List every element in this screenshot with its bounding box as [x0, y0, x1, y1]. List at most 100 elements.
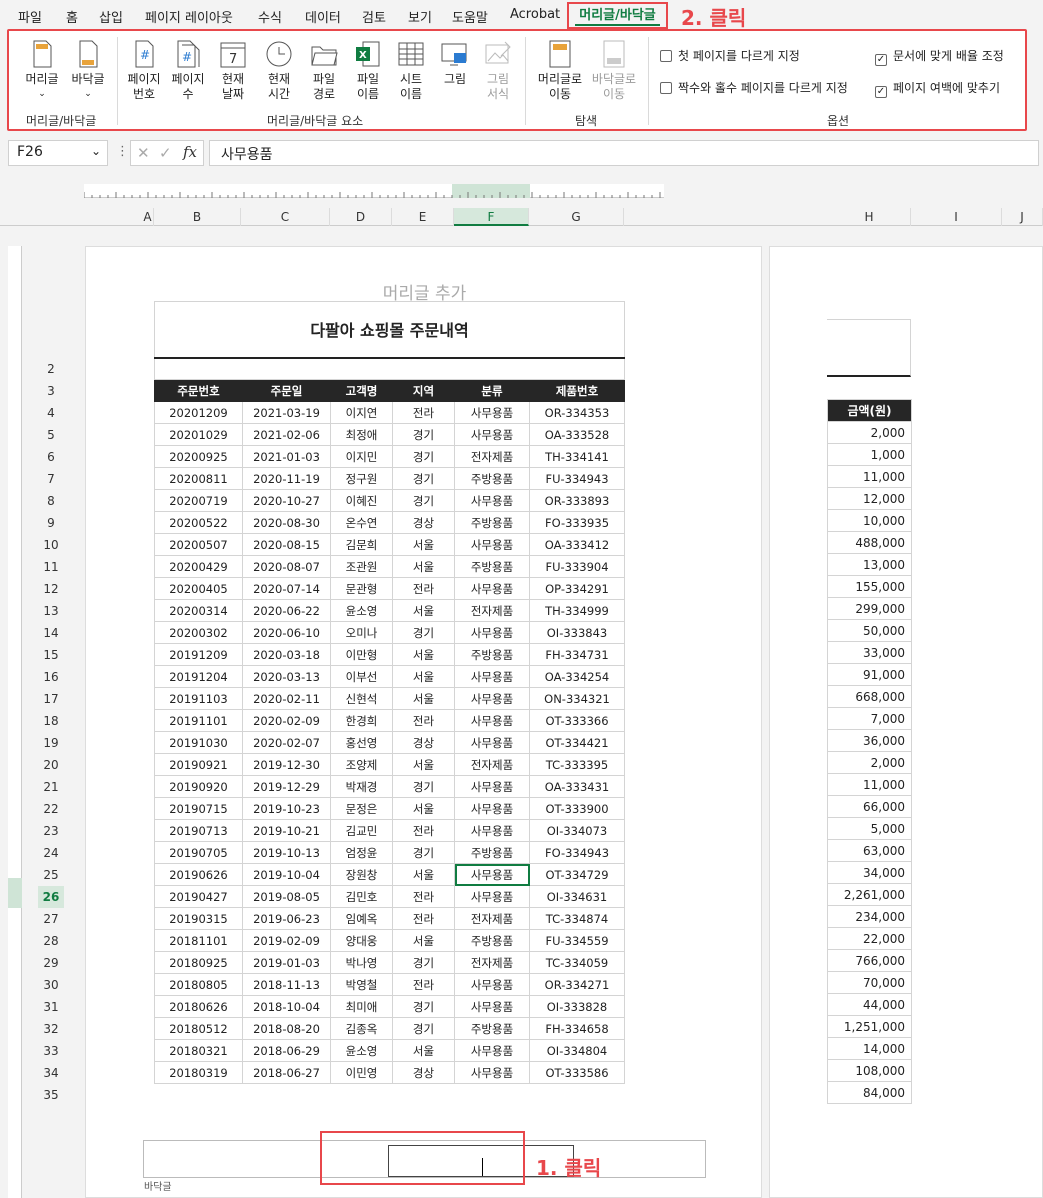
table-cell[interactable]: 사무용품	[454, 1061, 530, 1084]
table-cell[interactable]: 20180319	[154, 1061, 243, 1084]
column-header[interactable]: I	[911, 208, 1002, 226]
table-cell[interactable]: 사무용품	[454, 731, 530, 754]
table-cell[interactable]: 최정애	[330, 423, 393, 446]
table-cell[interactable]: 2019-02-09	[242, 929, 331, 952]
row-header[interactable]: 3	[38, 380, 64, 402]
table-cell[interactable]: 2018-06-27	[242, 1061, 331, 1084]
table-cell[interactable]: FU-333904	[529, 555, 625, 578]
table-cell[interactable]: 경상	[392, 511, 455, 534]
table-cell[interactable]: 오미나	[330, 621, 393, 644]
name-box[interactable]: F26 ⌄	[8, 140, 108, 166]
table-cell[interactable]: OA-333528	[529, 423, 625, 446]
row-header[interactable]: 32	[38, 1018, 64, 1040]
option-align-page-margins[interactable]: ✓ 페이지 여백에 맞추기	[875, 79, 1000, 98]
table-cell[interactable]: 2020-08-15	[242, 533, 331, 556]
amount-cell[interactable]: 299,000	[827, 597, 912, 620]
table-cell[interactable]: 주방용품	[454, 643, 530, 666]
amount-cell[interactable]: 108,000	[827, 1059, 912, 1082]
table-cell[interactable]: OR-334271	[529, 973, 625, 996]
tab-view[interactable]: 보기	[408, 7, 432, 26]
table-cell[interactable]: OT-333900	[529, 797, 625, 820]
table-cell[interactable]: 20200429	[154, 555, 243, 578]
table-cell[interactable]: OT-333586	[529, 1061, 625, 1084]
table-cell[interactable]: 주방용품	[454, 511, 530, 534]
table-cell[interactable]: 서울	[392, 863, 455, 886]
table-cell[interactable]: 20190713	[154, 819, 243, 842]
table-cell[interactable]: 임예옥	[330, 907, 393, 930]
table-cell[interactable]: OA-333412	[529, 533, 625, 556]
enter-icon[interactable]: ✓	[159, 144, 172, 162]
table-cell[interactable]: 사무용품	[454, 577, 530, 600]
table-cell[interactable]: 엄정윤	[330, 841, 393, 864]
tab-file[interactable]: 파일	[18, 7, 42, 26]
table-cell[interactable]: 전라	[392, 577, 455, 600]
tab-page-layout[interactable]: 페이지 레이아웃	[145, 7, 233, 26]
amount-cell[interactable]: 488,000	[827, 531, 912, 554]
table-cell[interactable]: 조양제	[330, 753, 393, 776]
table-cell[interactable]: 서울	[392, 797, 455, 820]
row-header[interactable]: 13	[38, 600, 64, 622]
row-header[interactable]: 9	[38, 512, 64, 534]
table-cell[interactable]: 20191209	[154, 643, 243, 666]
table-cell[interactable]: 박나영	[330, 951, 393, 974]
table-cell[interactable]: 사무용품	[454, 995, 530, 1018]
table-cell[interactable]: 경상	[392, 731, 455, 754]
table-cell[interactable]: 2020-03-13	[242, 665, 331, 688]
amount-cell[interactable]: 11,000	[827, 773, 912, 796]
table-cell[interactable]: 사무용품	[454, 797, 530, 820]
table-cell[interactable]: 2019-10-21	[242, 819, 331, 842]
table-cell[interactable]: OP-334291	[529, 577, 625, 600]
table-cell[interactable]: 신현석	[330, 687, 393, 710]
table-cell[interactable]: 2019-12-30	[242, 753, 331, 776]
table-cell[interactable]: 김민호	[330, 885, 393, 908]
page-number-button[interactable]: # 페이지 번호	[122, 39, 166, 102]
tab-review[interactable]: 검토	[362, 7, 386, 26]
table-cell[interactable]: 2019-10-23	[242, 797, 331, 820]
chevron-down-icon[interactable]: ⌄	[91, 144, 101, 158]
amount-cell[interactable]: 33,000	[827, 641, 912, 664]
goto-footer-button[interactable]: 바닥글로 이동	[587, 39, 641, 102]
table-cell[interactable]: 20190626	[154, 863, 243, 886]
table-cell[interactable]: 경기	[392, 995, 455, 1018]
table-cell[interactable]: 사무용품	[454, 709, 530, 732]
amount-cell[interactable]: 66,000	[827, 795, 912, 818]
amount-cell[interactable]: 10,000	[827, 509, 912, 532]
tab-insert[interactable]: 삽입	[99, 7, 123, 26]
row-header[interactable]: 6	[38, 446, 64, 468]
row-header[interactable]: 33	[38, 1040, 64, 1062]
checkbox-checked[interactable]: ✓	[875, 54, 887, 66]
table-cell[interactable]: OI-333828	[529, 995, 625, 1018]
table-cell[interactable]: 김종옥	[330, 1017, 393, 1040]
table-cell[interactable]: 전라	[392, 401, 455, 424]
table-cell[interactable]: 2021-03-19	[242, 401, 331, 424]
current-time-button[interactable]: 현재 시간	[256, 39, 302, 102]
file-name-button[interactable]: X 파일 이름	[345, 39, 391, 102]
row-header[interactable]: 12	[38, 578, 64, 600]
table-header-cell[interactable]: 고객명	[330, 379, 393, 402]
table-cell[interactable]: 20201029	[154, 423, 243, 446]
row-header[interactable]: 5	[38, 424, 64, 446]
table-cell[interactable]: 장원창	[330, 863, 393, 886]
table-cell[interactable]: 한경희	[330, 709, 393, 732]
table-cell[interactable]: 20190315	[154, 907, 243, 930]
row-header[interactable]: 18	[38, 710, 64, 732]
table-cell[interactable]: 20200811	[154, 467, 243, 490]
table-cell[interactable]: 20200507	[154, 533, 243, 556]
table-cell[interactable]: TC-334874	[529, 907, 625, 930]
table-cell[interactable]: TH-334141	[529, 445, 625, 468]
table-cell[interactable]: 20200405	[154, 577, 243, 600]
row-header[interactable]: 16	[38, 666, 64, 688]
table-cell[interactable]: 20180925	[154, 951, 243, 974]
row-header[interactable]: 22	[38, 798, 64, 820]
tab-home[interactable]: 홈	[66, 7, 78, 26]
table-header-cell[interactable]: 주문일	[242, 379, 331, 402]
table-cell[interactable]: 전자제품	[454, 445, 530, 468]
table-cell[interactable]: 사무용품	[454, 973, 530, 996]
amount-cell[interactable]: 2,000	[827, 421, 912, 444]
page-count-button[interactable]: # 페이지 수	[166, 39, 210, 102]
table-cell[interactable]: 사무용품	[454, 687, 530, 710]
table-cell[interactable]: 서울	[392, 555, 455, 578]
row-header[interactable]: 14	[38, 622, 64, 644]
format-picture-button[interactable]: 그림 서식	[475, 39, 521, 102]
table-cell[interactable]: 전자제품	[454, 753, 530, 776]
